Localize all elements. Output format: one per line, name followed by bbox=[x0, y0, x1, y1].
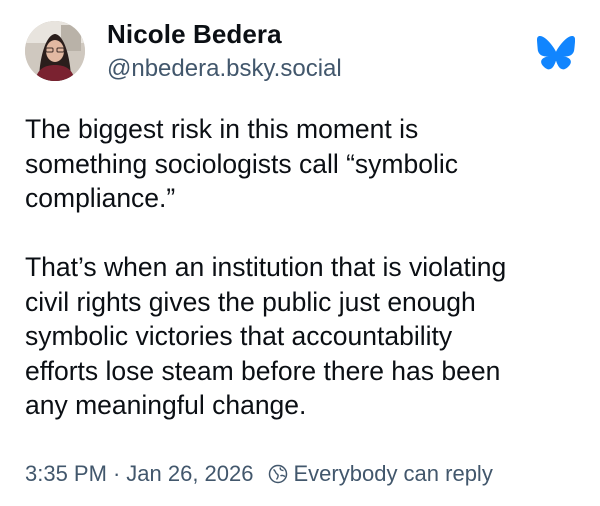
reply-setting[interactable]: Everybody can reply bbox=[268, 460, 493, 488]
reply-setting-label: Everybody can reply bbox=[293, 461, 493, 486]
avatar-photo-icon bbox=[25, 21, 85, 81]
post-meta: 3:35 PM · Jan 26, 2026 Everybody can rep… bbox=[25, 460, 493, 488]
post-paragraph-2: That’s when an institution that is viola… bbox=[25, 252, 507, 420]
post-paragraph-1: The biggest risk in this moment is somet… bbox=[25, 114, 458, 213]
post-card: Nicole Bedera @nbedera.bsky.social The b… bbox=[0, 0, 600, 506]
author-handle[interactable]: @nbedera.bsky.social bbox=[107, 54, 342, 84]
post-header: Nicole Bedera @nbedera.bsky.social bbox=[25, 15, 575, 87]
globe-icon bbox=[268, 464, 287, 484]
bluesky-butterfly-icon[interactable] bbox=[537, 36, 575, 70]
post-time[interactable]: 3:35 PM bbox=[25, 460, 107, 488]
post-date[interactable]: Jan 26, 2026 bbox=[126, 460, 253, 488]
avatar[interactable] bbox=[25, 21, 85, 81]
meta-separator: · bbox=[112, 461, 121, 486]
author-display-name[interactable]: Nicole Bedera bbox=[107, 18, 342, 50]
post-body: The biggest risk in this moment is somet… bbox=[25, 112, 585, 423]
author-names: Nicole Bedera @nbedera.bsky.social bbox=[107, 18, 342, 84]
